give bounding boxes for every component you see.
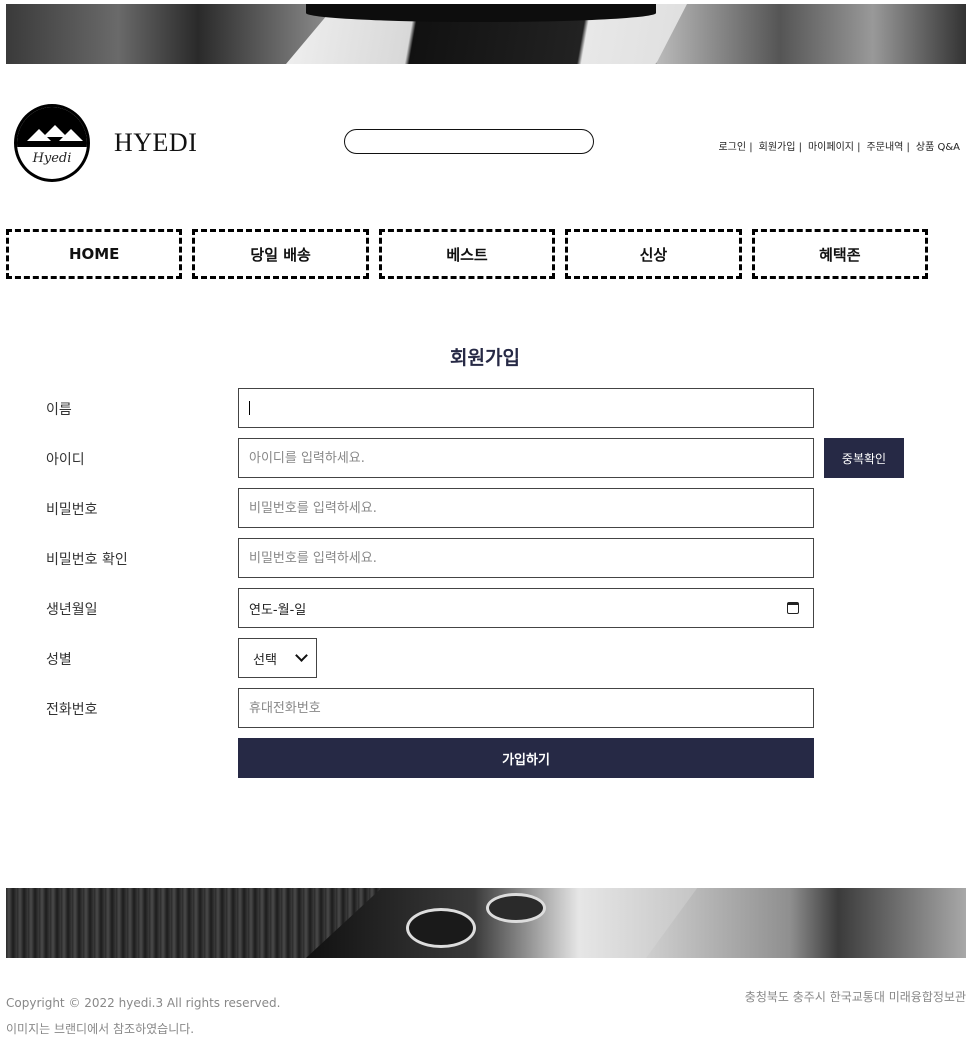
logo-text: Hyedi: [32, 151, 72, 166]
password-field[interactable]: [238, 488, 814, 528]
utility-links: 로그인 | 회원가입 | 마이페이지 | 주문내역 | 상품 Q&A: [712, 138, 960, 153]
birthdate-label: 생년월일: [46, 602, 98, 618]
chevron-down-icon: [295, 649, 308, 662]
main-nav: HOME 당일 배송 베스트 신상 혜택존: [6, 229, 929, 279]
password-confirm-label: 비밀번호 확인: [46, 552, 128, 568]
password-confirm-field[interactable]: [238, 538, 814, 578]
footer-image-note: 이미지는 브랜디에서 참조하였습니다.: [6, 1022, 195, 1036]
util-link-mypage[interactable]: 마이페이지 |: [808, 138, 861, 153]
footer-copyright: Copyright © 2022 hyedi.3 All rights rese…: [6, 996, 281, 1010]
banner-sunglasses-left: [406, 908, 476, 948]
phone-label: 전화번호: [46, 702, 98, 718]
footer-left: Copyright © 2022 hyedi.3 All rights rese…: [6, 990, 280, 1042]
birthdate-value: 연도-월-일: [249, 602, 307, 618]
nav-item-benefit-zone[interactable]: 혜택존: [751, 229, 929, 279]
nav-item-same-day-delivery[interactable]: 당일 배송: [192, 229, 369, 279]
banner-photo-smoking-couple: [656, 4, 966, 64]
phone-field[interactable]: [238, 688, 814, 728]
gender-label: 성별: [46, 652, 72, 668]
nav-item-best[interactable]: 베스트: [378, 229, 556, 279]
id-label: 아이디: [46, 452, 85, 468]
nav-item-new[interactable]: 신상: [565, 229, 742, 279]
signup-submit-button[interactable]: 가입하기: [238, 738, 814, 778]
nav-item-home[interactable]: HOME: [6, 229, 183, 279]
id-field[interactable]: [238, 438, 814, 478]
name-label: 이름: [46, 402, 72, 418]
banner-hat-shape: [306, 4, 656, 22]
brand-name[interactable]: HYEDI: [114, 128, 197, 158]
gender-select[interactable]: 선택: [238, 638, 317, 678]
footer-address: 충청북도 충주시 한국교통대 미래융합정보관: [744, 990, 966, 1004]
util-link-product-qna[interactable]: 상품 Q&A: [916, 138, 960, 153]
logo[interactable]: Hyedi: [14, 104, 90, 182]
name-field[interactable]: [238, 388, 814, 428]
password-label: 비밀번호: [46, 502, 98, 518]
top-banner-image: [6, 4, 966, 64]
banner-photo-street: [6, 4, 326, 64]
duplicate-check-button[interactable]: 중복확인: [824, 438, 904, 478]
birthdate-field[interactable]: 연도-월-일: [238, 588, 814, 628]
util-link-orders[interactable]: 주문내역 |: [867, 138, 910, 153]
logo-roof-right: [59, 129, 83, 141]
bottom-banner-image: [6, 888, 966, 958]
util-link-signup[interactable]: 회원가입 |: [759, 138, 802, 153]
banner-photo-male-model: [646, 888, 966, 958]
util-link-login[interactable]: 로그인 |: [718, 138, 752, 153]
banner-sunglasses-right: [486, 893, 546, 923]
text-cursor: [249, 401, 250, 415]
page-title: 회원가입: [450, 347, 520, 369]
search-input[interactable]: [344, 129, 594, 154]
gender-selected-value: 선택: [253, 652, 277, 668]
calendar-icon[interactable]: [787, 602, 799, 614]
